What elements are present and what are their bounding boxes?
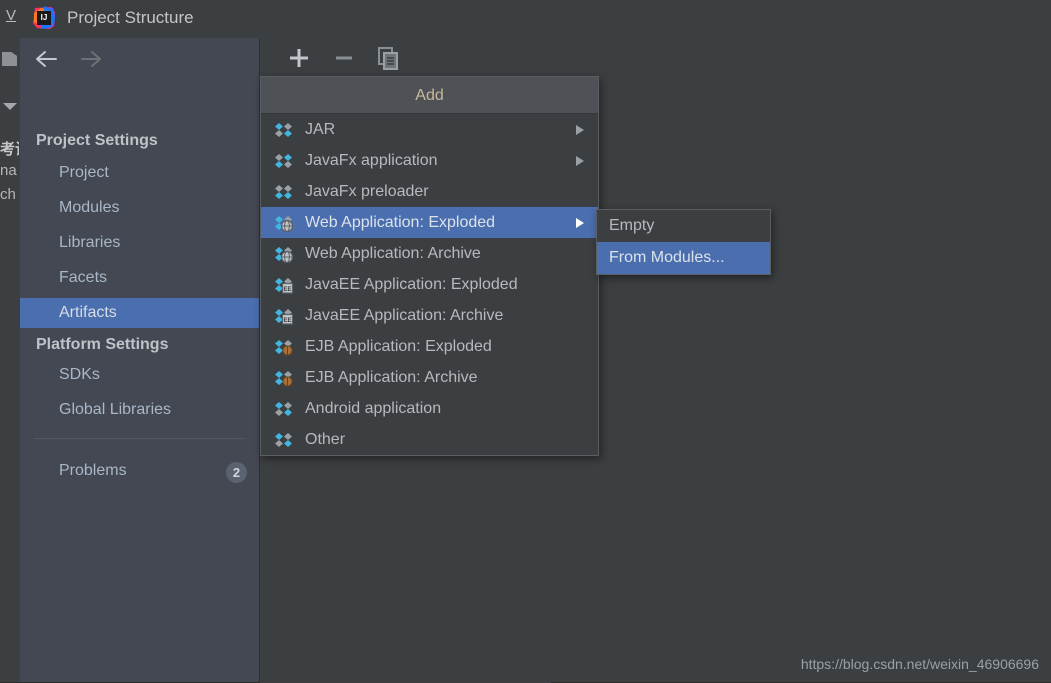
menu-item-label: JavaFx preloader: [305, 183, 429, 200]
artifact-javaee-icon: EE: [275, 309, 294, 325]
submenu-item-empty[interactable]: Empty: [597, 210, 770, 242]
sidebar-item-label: Libraries: [59, 234, 121, 251]
arrow-right-icon[interactable]: [78, 49, 106, 69]
ide-menu-view[interactable]: V: [6, 7, 16, 24]
sidebar-item-facets[interactable]: Facets: [20, 263, 259, 293]
menu-item-label: JavaEE Application: Archive: [305, 307, 504, 324]
sidebar-item-global-libraries[interactable]: Global Libraries: [20, 395, 259, 425]
artifact-javaee-icon: EE: [275, 278, 294, 294]
sidebar-item-label: Problems: [59, 462, 127, 479]
menu-item-label: JavaEE Application: Exploded: [305, 276, 518, 293]
submenu-item-label: Empty: [609, 217, 655, 234]
menu-item-label: Web Application: Archive: [305, 245, 481, 262]
settings-nav-panel: Project Settings Project Modules Librari…: [20, 38, 260, 682]
chevron-right-icon: [576, 156, 584, 166]
sidebar-item-libraries[interactable]: Libraries: [20, 228, 259, 258]
menu-item-web-application-exploded[interactable]: Web Application: Exploded: [261, 207, 598, 238]
menu-item-web-application-archive[interactable]: Web Application: Archive: [261, 238, 598, 269]
menu-item-javafx-application[interactable]: JavaFx application: [261, 145, 598, 176]
menu-item-javafx-preloader[interactable]: JavaFx preloader: [261, 176, 598, 207]
svg-text:IJ: IJ: [41, 13, 48, 22]
menu-item-label: JAR: [305, 121, 336, 138]
menu-item-jar[interactable]: JAR: [261, 114, 598, 145]
menu-item-javaee-application-archive[interactable]: EE JavaEE Application: Archive: [261, 300, 598, 331]
artifact-web-icon: [275, 216, 294, 232]
dialog-title-bar: IJ Project Structure: [20, 0, 1051, 38]
add-menu-header: Add: [261, 77, 598, 114]
artifact-diamond-icon: [275, 433, 292, 447]
menu-item-ejb-application-exploded[interactable]: EJB Application: Exploded: [261, 331, 598, 362]
artifact-diamond-icon: [275, 154, 292, 168]
add-artifact-menu: Add JAR JavaFx application JavaFx preloa…: [260, 76, 599, 456]
watermark: https://blog.csdn.net/weixin_46906696: [800, 656, 1039, 672]
nav-section-platform-settings: Platform Settings: [36, 336, 169, 353]
artifact-diamond-icon: [275, 185, 292, 199]
menu-item-other[interactable]: Other: [261, 424, 598, 455]
nav-divider: [34, 438, 245, 439]
chevron-right-icon: [576, 218, 584, 228]
sidebar-item-artifacts[interactable]: Artifacts: [20, 298, 259, 328]
artifacts-toolbar: [260, 38, 551, 76]
status-badge: 2: [226, 462, 247, 483]
dialog-title: Project Structure: [67, 8, 194, 27]
sidebar-item-problems[interactable]: Problems 2: [20, 456, 259, 486]
web-application-exploded-submenu: Empty From Modules...: [596, 209, 771, 275]
arrow-left-icon[interactable]: [34, 49, 62, 69]
sidebar-item-label: Facets: [59, 269, 108, 286]
artifact-ejb-icon: [275, 340, 293, 356]
chevron-right-icon: [576, 125, 584, 135]
artifact-ejb-icon: [275, 371, 293, 387]
nav-section-project-settings: Project Settings: [36, 132, 158, 149]
ide-side-text-3: ch: [0, 186, 16, 203]
submenu-item-label: From Modules...: [609, 249, 725, 266]
menu-item-label: JavaFx application: [305, 152, 438, 169]
sidebar-item-label: Artifacts: [59, 304, 117, 321]
menu-item-label: EJB Application: Exploded: [305, 338, 492, 355]
copy-button[interactable]: [373, 44, 401, 72]
menu-item-javaee-application-exploded[interactable]: EE JavaEE Application: Exploded: [261, 269, 598, 300]
artifact-diamond-icon: [275, 123, 292, 137]
menu-item-android-application[interactable]: Android application: [261, 393, 598, 424]
chevron-down-icon: [3, 103, 17, 110]
menu-item-ejb-application-archive[interactable]: EJB Application: Archive: [261, 362, 598, 393]
svg-text:EE: EE: [283, 287, 291, 293]
nav-toolbar: [20, 38, 259, 81]
sidebar-item-label: Global Libraries: [59, 401, 172, 418]
ide-side-text-1: 考试: [0, 141, 19, 158]
ide-side-text-2: na: [0, 162, 17, 179]
sidebar-item-modules[interactable]: Modules: [20, 193, 259, 223]
intellij-idea-logo-icon: IJ: [33, 6, 55, 29]
ide-left-column: [0, 38, 21, 682]
svg-text:EE: EE: [283, 318, 291, 324]
remove-button[interactable]: [330, 44, 358, 72]
artifact-web-icon: [275, 247, 294, 263]
sidebar-item-sdks[interactable]: SDKs: [20, 360, 259, 390]
menu-item-label: Other: [305, 431, 346, 448]
sidebar-item-label: SDKs: [59, 366, 100, 383]
menu-item-label: EJB Application: Archive: [305, 369, 478, 386]
artifact-diamond-icon: [275, 402, 292, 416]
sidebar-item-label: Modules: [59, 199, 120, 216]
submenu-item-from-modules[interactable]: From Modules...: [597, 242, 770, 274]
menu-item-label: Web Application: Exploded: [305, 214, 496, 231]
menu-item-label: Android application: [305, 400, 442, 417]
add-button[interactable]: [285, 44, 313, 72]
sidebar-item-label: Project: [59, 164, 109, 181]
sidebar-item-project[interactable]: Project: [20, 158, 259, 188]
